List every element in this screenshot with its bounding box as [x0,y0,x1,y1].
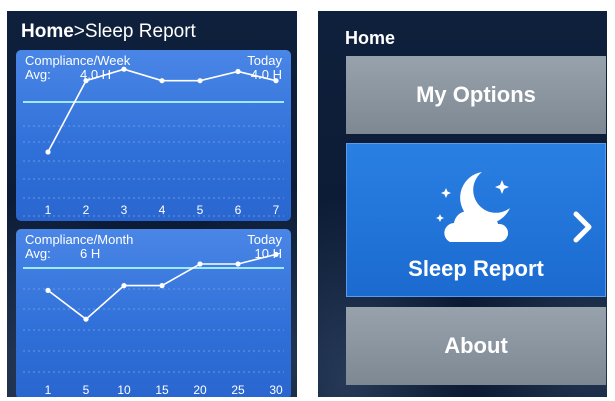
data-point [159,283,165,289]
weekly-compliance-panel: Compliance/Week Today Avg: 4.0 H 4.0 H 1… [16,50,291,221]
data-point [273,251,279,257]
x-tick-label: 1 [45,203,52,217]
data-point [45,287,51,293]
menu-item-about[interactable]: About [346,307,606,385]
menu-item-label: About [444,333,508,358]
data-point [83,316,89,322]
x-tick-label: 20 [193,383,207,397]
menu-item-sleep-report[interactable]: Sleep Report [346,143,606,297]
chevron-right-icon[interactable] [571,210,595,244]
breadcrumb-separator: > [73,21,85,42]
x-tick-label: 10 [117,383,131,397]
menu-item-label: Sleep Report [408,256,544,281]
x-tick-label: 25 [231,383,245,397]
monthly-compliance-panel: Compliance/Month Today Avg: 6 H 10 H 151… [16,229,291,397]
x-tick-label: 15 [155,383,169,397]
breadcrumb-home[interactable]: Home [21,21,74,42]
x-tick-label: 4 [159,203,166,217]
data-point [197,78,203,84]
x-tick-label: 5 [83,383,90,397]
x-tick-label: 7 [273,203,280,217]
weekly-compliance-chart: 1 2 3 4 5 6 7 [23,66,284,217]
x-tick-label: 1 [45,383,52,397]
page-title: Home [345,28,396,48]
data-point [235,68,241,75]
x-tick-label: 5 [197,203,204,217]
data-point [121,283,127,289]
data-point [83,78,89,84]
breadcrumb-current-page: Sleep Report [84,21,196,42]
moon-cloud-stars-icon [436,172,510,242]
data-point [121,66,127,72]
data-point [273,78,279,84]
menu-item-label: My Options [416,82,536,107]
data-point [197,261,203,267]
x-tick-label: 3 [121,203,128,217]
data-point [45,149,51,155]
data-point [235,261,241,267]
home-screen: Home My Options Sleep Report About [318,11,607,397]
data-point [159,78,165,84]
breadcrumb: Home>Sleep Report [21,21,196,43]
x-tick-label: 6 [235,203,242,217]
x-tick-label: 2 [83,203,90,217]
monthly-compliance-chart: 1 5 10 15 20 25 30 [23,251,284,397]
menu-item-my-options[interactable]: My Options [346,56,606,134]
sleep-report-screen: Home>Sleep Report Compliance/Week Today … [7,11,297,397]
x-tick-label: 30 [269,383,283,397]
